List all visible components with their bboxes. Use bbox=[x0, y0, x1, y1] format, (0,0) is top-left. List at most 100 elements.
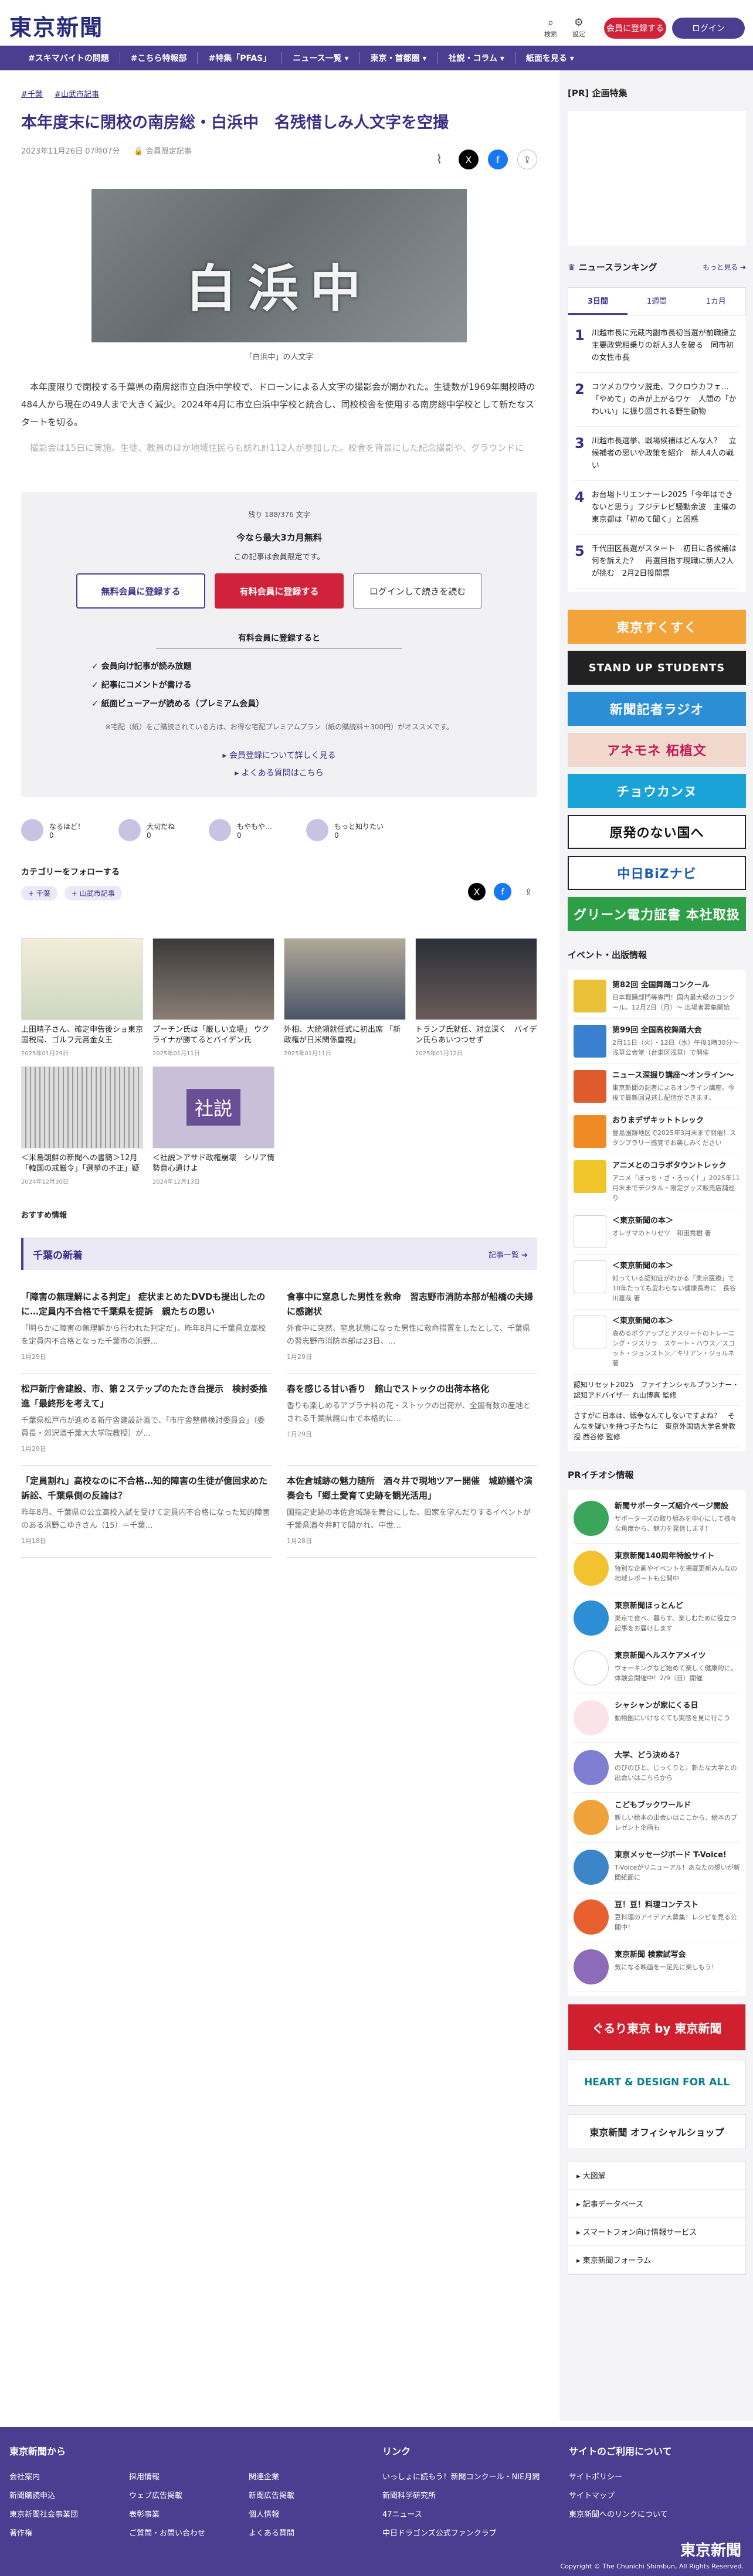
footer-link[interactable]: いっしょに読もう！新聞コンクール・NIE月間 bbox=[382, 2468, 540, 2487]
x-share-icon[interactable]: X bbox=[468, 883, 486, 900]
footer-link[interactable]: 採用情報 bbox=[129, 2468, 205, 2487]
footer-link[interactable]: ウェブ広告掲載 bbox=[129, 2487, 205, 2506]
tag-link[interactable]: #千葉 bbox=[21, 90, 43, 99]
sidebar-banner[interactable]: 中日BiZナビ bbox=[568, 856, 746, 890]
site-logo[interactable]: 東京新聞 bbox=[9, 9, 103, 42]
related-card[interactable]: 社説 ＜社説＞アサド政権崩壊 シリア情勢意心遣けよ 2024年12月13日 bbox=[152, 1066, 274, 1185]
footer-link[interactable]: 47ニュース bbox=[382, 2506, 540, 2524]
paperclip-icon[interactable]: ⌇ bbox=[429, 149, 449, 169]
chiba-news-more[interactable]: 記事一覧 ➔ bbox=[489, 1249, 528, 1260]
footer-link[interactable]: 会社案内 bbox=[9, 2468, 78, 2487]
ranking-item[interactable]: 4 お台場トリエンナーレ2025「今年はできないと思う」フジテレビ騒動余波 主催の… bbox=[575, 481, 739, 535]
pr-item[interactable]: 東京メッセージボード T-Voice! T-Voiceがリニューアル！あなたの想い… bbox=[574, 1843, 740, 1892]
faq-link[interactable]: ▸ よくある質問はこちら bbox=[21, 764, 537, 782]
ranking-more-link[interactable]: もっと見る ➔ bbox=[703, 262, 746, 272]
footer-link[interactable]: サイトマップ bbox=[569, 2487, 668, 2506]
reaction-button[interactable]: もっと知りたい 0 bbox=[306, 819, 384, 841]
news-item[interactable]: 「定員割れ」高校なのに不合格…知的障害の生徒が億回求めた訴訟、千葉県側の反論は？… bbox=[21, 1466, 272, 1558]
event-item[interactable]: ＜東京新聞の本＞ 高めるボクアップとアスリートのトレーニング・ジスリラ スケート・… bbox=[574, 1310, 740, 1375]
paid-register-button[interactable]: 有料会員に登録する bbox=[215, 573, 344, 609]
share-icon[interactable]: ⇪ bbox=[520, 883, 537, 900]
gururi-banner[interactable]: ぐるり東京 by 東京新聞 bbox=[568, 2004, 746, 2051]
pr-item[interactable]: シャシャンが家にくる日 動物園にいけなくても実感を見に行こう bbox=[574, 1693, 740, 1743]
sidebar-link[interactable]: ▸ 大図解 bbox=[568, 2162, 745, 2190]
related-card[interactable]: 外相、大統領就任式に初出席 「新政権が日米関係重視」 2025年01月11日 bbox=[284, 938, 406, 1057]
footer-link[interactable]: 中日ドラゴンズ公式ファンクラブ bbox=[382, 2524, 540, 2543]
pr-item[interactable]: こどもブックワールド 新しい絵本の出会いはここから、絵本のプレゼント企画も bbox=[574, 1793, 740, 1843]
nav-item[interactable]: #スキマバイトの問題 bbox=[18, 52, 120, 64]
nav-item[interactable]: 東京・首都圏 ▾ bbox=[360, 52, 438, 64]
sidebar-link[interactable]: ▸ 記事データベース bbox=[568, 2190, 745, 2218]
nav-item[interactable]: 社説・コラム ▾ bbox=[437, 52, 515, 64]
related-card[interactable]: 上田晴子さん、確定申告後ショ東京国税局、ゴルフ元賞金女王 2025年01月29日 bbox=[21, 938, 143, 1057]
news-item[interactable]: 食事中に窒息した男性を救命 習志野市消防本部が船橋の夫婦に感謝状 外食中に突然、窒… bbox=[287, 1282, 537, 1374]
footer-link[interactable]: 新聞広告掲載 bbox=[249, 2487, 294, 2506]
ranking-item[interactable]: 2 コツメカワウソ脱走、フクロウカフェ…「やめて」の声が上がるワケ 人間の「かわい… bbox=[575, 373, 739, 427]
footer-link[interactable]: 東京新聞へのリンクについて bbox=[569, 2506, 668, 2524]
search-button[interactable]: ⌕ 検索 bbox=[538, 18, 564, 39]
pr-item[interactable]: 東京新聞ヘルスケアメイツ ウォーキングなど始めて楽しく健康的に。体験会開催中！2/… bbox=[574, 1643, 740, 1693]
footer-link[interactable]: よくある質問 bbox=[249, 2524, 294, 2543]
follow-tag[interactable]: + 山武市記事 bbox=[64, 886, 122, 900]
related-card[interactable]: ＜米島朝鮮の新聞への書簡＞12月「韓国の戒厳令」「選挙の不正」疑らて世界2024… bbox=[21, 1066, 143, 1185]
sidebar-banner[interactable]: グリーン電力証書 本社取扱 bbox=[568, 897, 746, 931]
pr-item[interactable]: 大学、どう決める？ のびのびと、じっくりと。新たな大学との出会いはこちらから bbox=[574, 1743, 740, 1793]
news-item[interactable]: 「障害の無理解による判定」 症状まとめたDVDも提出したのに…定員内不合格で千葉… bbox=[21, 1282, 272, 1374]
event-item[interactable]: おりまデザキットトレック 豊島園跡地区で2025年3月末まで開催！スタンプラリー感… bbox=[574, 1109, 740, 1154]
footer-link[interactable]: 著作権 bbox=[9, 2524, 78, 2543]
event-item[interactable]: ＜東京新聞の本＞ 知っている認知症がわかる「東京医療」で10年たっても変わらない健… bbox=[574, 1255, 740, 1310]
facebook-share-icon[interactable]: f bbox=[488, 149, 508, 169]
share-icon[interactable]: ⇪ bbox=[517, 149, 537, 169]
login-continue-button[interactable]: ログインして続きを読む bbox=[353, 573, 482, 609]
news-item[interactable]: 春を感じる甘い香り 館山でストックの出荷本格化 香りも楽しめるアブラナ科の花・スト… bbox=[287, 1374, 537, 1466]
event-text-link[interactable]: 認知リセット2025 ファイナンシャルプランナー・認知アドバイザー 丸山博真 監… bbox=[574, 1375, 740, 1406]
nav-item[interactable]: #こちら特報部 bbox=[120, 52, 198, 64]
sidebar-link[interactable]: ▸ 東京新聞フォーラム bbox=[568, 2246, 745, 2274]
footer-link[interactable]: 表彰事業 bbox=[129, 2506, 205, 2524]
footer-link[interactable]: 個人情報 bbox=[249, 2506, 294, 2524]
reaction-button[interactable]: なるほど！ 0 bbox=[21, 819, 84, 841]
heart-design-banner[interactable]: HEART & DESIGN FOR ALL bbox=[568, 2059, 746, 2106]
sidebar-banner[interactable]: 東京すくすく bbox=[568, 610, 746, 644]
related-card[interactable]: トランプ氏就任、対立深く バイデン氏らあいつつせず 2025年01月12日 bbox=[415, 938, 537, 1057]
sidebar-banner[interactable]: 新聞記者ラジオ bbox=[568, 692, 746, 726]
pr-item[interactable]: 豆！豆！料理コンテスト 豆料理のアイデア大募集！レシピを見る公開中！ bbox=[574, 1892, 740, 1942]
footer-link[interactable]: サイトポリシー bbox=[569, 2468, 668, 2487]
event-item[interactable]: アニメとのコラボタウントレック アニメ「ぼっち・ざ・ろっく！」2025年11月末ま… bbox=[574, 1154, 740, 1209]
facebook-share-icon[interactable]: f bbox=[494, 883, 511, 900]
sidebar-banner[interactable]: アネモネ 柘植文 bbox=[568, 733, 746, 767]
login-button[interactable]: ログイン bbox=[672, 18, 745, 39]
x-share-icon[interactable]: X bbox=[459, 149, 479, 169]
tab-1month[interactable]: 1カ月 bbox=[686, 288, 745, 315]
ranking-item[interactable]: 1 川越市長に元蔵内副市長初当選が前職擁立主要政党相乗りの新人3人を破る 同市初の… bbox=[575, 319, 739, 373]
reaction-button[interactable]: 大切だね 0 bbox=[118, 819, 175, 841]
news-item[interactable]: 松戸新庁舎建設、市、第２ステップのたたき台提示 検討委推進「最終形を考えて」 千葉… bbox=[21, 1374, 272, 1466]
event-item[interactable]: ニュース深掘り講座〜オンライン〜 東京新聞の記者によるオンライン講座。今後で最新回… bbox=[574, 1064, 740, 1109]
footer-link[interactable]: 東京新聞社会事業団 bbox=[9, 2506, 78, 2524]
official-shop-banner[interactable]: 東京新聞 オフィシャルショップ bbox=[568, 2114, 746, 2149]
ranking-item[interactable]: 3 川越市長選挙、戦場候補はどんな人？ 立候補者の思いや政策を紹介 新人4人の戦い bbox=[575, 427, 739, 481]
event-item[interactable]: 第82回 全国舞踊コンクール 日本舞踊部門等専門！国内最大級のコンクール。12月2… bbox=[574, 974, 740, 1019]
nav-item[interactable]: #特集「PFAS」 bbox=[198, 52, 283, 64]
pr-item[interactable]: 新聞サポーターズ紹介ページ開設 サポーターズの取り組みを中心にして様々な角度から、… bbox=[574, 1494, 740, 1544]
sidebar-banner[interactable]: STAND UP STUDENTS bbox=[568, 651, 746, 685]
nav-item[interactable]: ニュース一覧 ▾ bbox=[282, 52, 360, 64]
membership-info-link[interactable]: ▸ 会員登録について詳しく見る bbox=[21, 747, 537, 764]
sidebar-banner[interactable]: チョウカンヌ bbox=[568, 774, 746, 808]
tab-3days[interactable]: 3日間 bbox=[568, 288, 628, 315]
tag-link[interactable]: #山武市記事 bbox=[55, 90, 99, 99]
event-text-link[interactable]: さすがに日本は、戦争なんてしないですよね？ そんなを疑いを持つ子たちに 東京外国… bbox=[574, 1406, 740, 1447]
settings-button[interactable]: ⚙ 設定 bbox=[566, 18, 592, 39]
footer-link[interactable]: ご質問・お問い合わせ bbox=[129, 2524, 205, 2543]
sidebar-link[interactable]: ▸ スマートフォン向け情報サービス bbox=[568, 2218, 745, 2246]
pr-item[interactable]: 東京新聞ほっとんど 東京で食べ、暮らす、楽しむために役立つ記事をお届けします bbox=[574, 1593, 740, 1643]
ranking-item[interactable]: 5 千代田区長選がスタート 初日に各候補は何を訴えた？ 再選目指す現職に新人2人が… bbox=[575, 535, 739, 589]
footer-link[interactable]: 関連企業 bbox=[249, 2468, 294, 2487]
register-button[interactable]: 会員に登録する bbox=[604, 18, 666, 39]
footer-link[interactable]: 新聞科学研究所 bbox=[382, 2487, 540, 2506]
related-card[interactable]: プーチン氏は「厳しい立場」 ウクライナが勝てるとバイデン氏 2025年01月11日 bbox=[152, 938, 274, 1057]
news-item[interactable]: 本佐倉城跡の魅力随所 酒々井で現地ツアー開催 城跡議や演奏会も「郷土愛育て史跡を… bbox=[287, 1466, 537, 1558]
free-register-button[interactable]: 無料会員に登録する bbox=[76, 573, 205, 609]
event-item[interactable]: ＜東京新聞の本＞ オレザマのトリセツ 和田秀樹 著 bbox=[574, 1209, 740, 1255]
event-item[interactable]: 第99回 全国高校舞踊大会 2月11日（火）・12日（水）午後1時30分～ 浅草公… bbox=[574, 1019, 745, 1064]
